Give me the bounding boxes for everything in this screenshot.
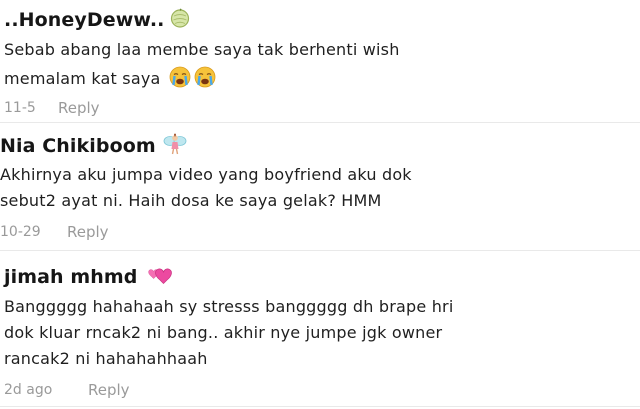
comment-header: Nia Chikiboom xyxy=(0,132,188,160)
comment-date: 10-29 xyxy=(0,224,41,240)
comment-text-line: dok kluar rncak2 ni bang.. akhir nye jum… xyxy=(4,323,443,342)
crying-face-icon xyxy=(169,66,191,92)
comment-date: 2d ago xyxy=(4,382,53,398)
comment-text-line: sebut2 ayat ni. Haih dosa ke saya gelak?… xyxy=(0,191,382,210)
comment-text-line: Banggggg hahahaah sy stresss banggggg dh… xyxy=(4,297,454,316)
comment-text-line: Sebab abang laa membe saya tak berhenti … xyxy=(4,40,400,59)
comment-text-line-with-emoji: memalam kat saya xyxy=(4,66,216,92)
reply-button[interactable]: Reply xyxy=(88,381,130,399)
comment-text-line: Akhirnya aku jumpa video yang boyfriend … xyxy=(0,165,412,184)
reply-button[interactable]: Reply xyxy=(58,99,100,117)
comment-header: ..HoneyDeww.. xyxy=(4,8,190,32)
reply-button[interactable]: Reply xyxy=(67,223,109,241)
comment-username[interactable]: ..HoneyDeww.. xyxy=(4,9,164,31)
comment-username[interactable]: jimah mhmd xyxy=(4,266,138,288)
comment-username[interactable]: Nia Chikiboom xyxy=(0,135,156,157)
comment-text: memalam kat saya xyxy=(4,69,161,88)
comment-date: 11-5 xyxy=(4,100,36,116)
crying-face-icon xyxy=(194,66,216,92)
comment-divider xyxy=(0,122,640,123)
comment-header: jimah mhmd xyxy=(4,263,172,291)
melon-icon xyxy=(170,8,190,32)
comment-text-line: rancak2 ni hahahahhaah xyxy=(4,349,208,368)
two-hearts-icon xyxy=(144,263,172,291)
fairy-icon xyxy=(162,132,188,160)
comment-divider xyxy=(0,406,640,407)
comment-divider xyxy=(0,250,640,251)
